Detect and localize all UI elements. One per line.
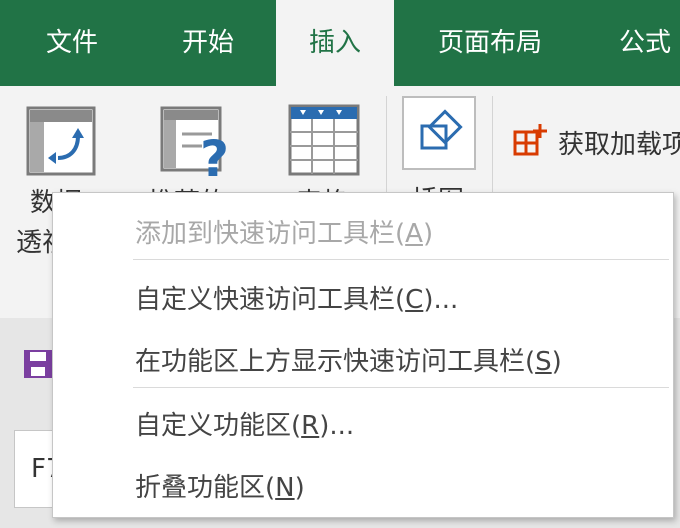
shapes-icon (402, 96, 476, 170)
tab-formulas[interactable]: 公式 (600, 0, 680, 86)
menu-item-show-qat-above[interactable]: 在功能区上方显示快速访问工具栏(S) (135, 341, 562, 378)
tab-page-layout[interactable]: 页面布局 (420, 0, 560, 86)
tab-insert[interactable]: 插入 (276, 0, 394, 86)
menu-separator (133, 387, 669, 388)
recommended-pivot-button[interactable]: ? (160, 106, 234, 188)
pivot-table-button[interactable] (26, 106, 96, 180)
ribbon-context-menu: 添加到快速访问工具栏(A) 自定义快速访问工具栏(C)... 在功能区上方显示快… (52, 192, 674, 518)
table-icon (288, 104, 360, 176)
tab-file[interactable]: 文件 (20, 0, 124, 86)
store-icon (513, 124, 547, 156)
save-icon[interactable] (22, 348, 54, 380)
menu-item-customize-qat[interactable]: 自定义快速访问工具栏(C)... (135, 279, 458, 316)
svg-text:?: ? (200, 130, 229, 178)
recommended-pivot-icon: ? (160, 106, 229, 188)
menu-separator (133, 259, 669, 260)
tab-home[interactable]: 开始 (158, 0, 258, 86)
illustrations-button[interactable] (402, 96, 476, 174)
ribbon-tab-bar: 文件 开始 插入 页面布局 公式 (0, 0, 680, 86)
menu-item-add-to-qat[interactable]: 添加到快速访问工具栏(A) (135, 213, 433, 250)
menu-item-customize-ribbon[interactable]: 自定义功能区(R)... (135, 405, 354, 442)
get-addins-label: 获取加载项 (558, 130, 680, 160)
menu-item-collapse-ribbon[interactable]: 折叠功能区(N) (135, 467, 305, 504)
table-button[interactable] (288, 104, 360, 180)
pivot-table-icon (26, 106, 96, 176)
